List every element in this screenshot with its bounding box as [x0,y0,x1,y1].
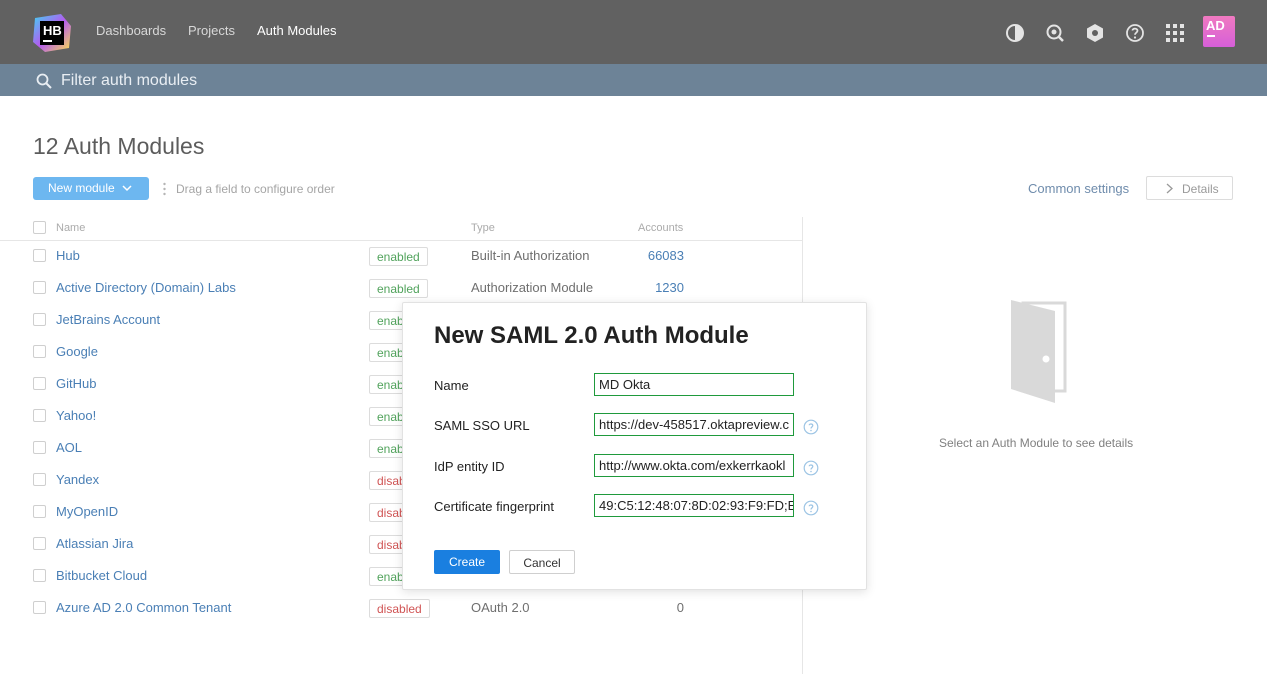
row-checkbox[interactable] [33,537,46,550]
contrast-icon[interactable] [1004,22,1026,44]
help-icon[interactable] [1124,22,1146,44]
column-header-type[interactable]: Type [471,222,495,234]
drag-hint: Drag a field to configure order [176,182,335,196]
page-title: 12 Auth Modules [33,133,205,159]
chevron-right-icon [1166,183,1173,194]
details-label: Details [1182,182,1219,196]
module-type: Authorization Module [471,280,594,295]
row-checkbox[interactable] [33,409,46,422]
status-badge: disabled [369,599,430,618]
help-icon[interactable] [803,460,819,476]
chevron-down-icon [122,185,132,192]
search-icon [36,73,52,89]
filter-input[interactable]: Filter auth modules [61,72,197,90]
module-name[interactable]: Bitbucket Cloud [56,568,147,583]
row-checkbox[interactable] [33,505,46,518]
new-module-label: New module [48,181,115,195]
name-label: Name [434,378,469,393]
accounts-count: 0 [676,600,684,615]
row-checkbox[interactable] [33,377,46,390]
module-name[interactable]: Hub [56,248,80,263]
help-icon[interactable] [803,419,819,435]
row-checkbox[interactable] [33,569,46,582]
door-icon [1009,299,1067,405]
fingerprint-input[interactable]: 49:C5:12:48:07:8D:02:93:F9:FD;E4: [594,494,794,517]
row-checkbox[interactable] [33,281,46,294]
logo-text: HB [43,23,62,38]
avatar-initials: AD [1206,18,1225,33]
module-name[interactable]: JetBrains Account [56,312,160,327]
row-checkbox[interactable] [33,345,46,358]
row-checkbox[interactable] [33,473,46,486]
settings-icon[interactable] [1084,22,1106,44]
module-name[interactable]: GitHub [56,376,96,391]
common-settings-link[interactable]: Common settings [1028,181,1129,196]
module-name[interactable]: AOL [56,440,82,455]
module-type: OAuth 2.0 [471,600,530,615]
row-checkbox[interactable] [33,313,46,326]
idp-entity-input[interactable]: http://www.okta.com/exkerrkaokl [594,454,794,477]
user-avatar[interactable]: AD [1203,16,1235,47]
nav-dashboards[interactable]: Dashboards [96,23,166,38]
module-name[interactable]: Yandex [56,472,99,487]
nav-auth-modules[interactable]: Auth Modules [257,23,337,38]
status-badge: enabled [369,247,428,266]
module-name[interactable]: Atlassian Jira [56,536,133,551]
table-row[interactable]: Active Directory (Domain) Labs enabled A… [0,272,802,304]
table-row[interactable]: Azure AD 2.0 Common Tenant disabled OAut… [0,592,802,624]
row-checkbox[interactable] [33,249,46,262]
search-icon[interactable] [1044,22,1066,44]
name-input[interactable]: MD Okta [594,373,794,396]
module-name[interactable]: Google [56,344,98,359]
select-all-checkbox[interactable] [33,221,46,234]
row-checkbox[interactable] [33,441,46,454]
fingerprint-label: Certificate fingerprint [434,499,554,514]
help-icon[interactable] [803,500,819,516]
new-module-button[interactable]: New module [33,177,149,200]
sso-url-label: SAML SSO URL [434,418,530,433]
module-name[interactable]: MyOpenID [56,504,118,519]
sso-url-input[interactable]: https://dev-458517.oktapreview.c [594,413,794,436]
module-name[interactable]: Active Directory (Domain) Labs [56,280,236,295]
row-checkbox[interactable] [33,601,46,614]
module-name[interactable]: Yahoo! [56,408,96,423]
column-header-accounts[interactable]: Accounts [638,222,683,234]
idp-entity-label: IdP entity ID [434,459,505,474]
module-name[interactable]: Azure AD 2.0 Common Tenant [56,600,231,615]
create-button[interactable]: Create [434,550,500,574]
hub-logo[interactable]: HB [31,12,73,54]
accounts-count[interactable]: 1230 [655,280,684,295]
cancel-button[interactable]: Cancel [509,550,575,574]
table-row[interactable]: Hub enabled Built-in Authorization 66083 [0,240,802,272]
apps-grid-icon[interactable] [1164,22,1186,44]
accounts-count[interactable]: 66083 [648,248,684,263]
nav-projects[interactable]: Projects [188,23,235,38]
dialog-title: New SAML 2.0 Auth Module [434,322,749,349]
module-type: Built-in Authorization [471,248,590,263]
column-header-name[interactable]: Name [56,222,85,234]
details-button[interactable]: Details [1146,176,1233,200]
status-badge: enabled [369,279,428,298]
new-saml-module-dialog: New SAML 2.0 Auth Module Name MD Okta SA… [402,302,867,590]
details-empty-hint: Select an Auth Module to see details [939,436,1134,450]
drag-handle-icon [163,182,166,196]
